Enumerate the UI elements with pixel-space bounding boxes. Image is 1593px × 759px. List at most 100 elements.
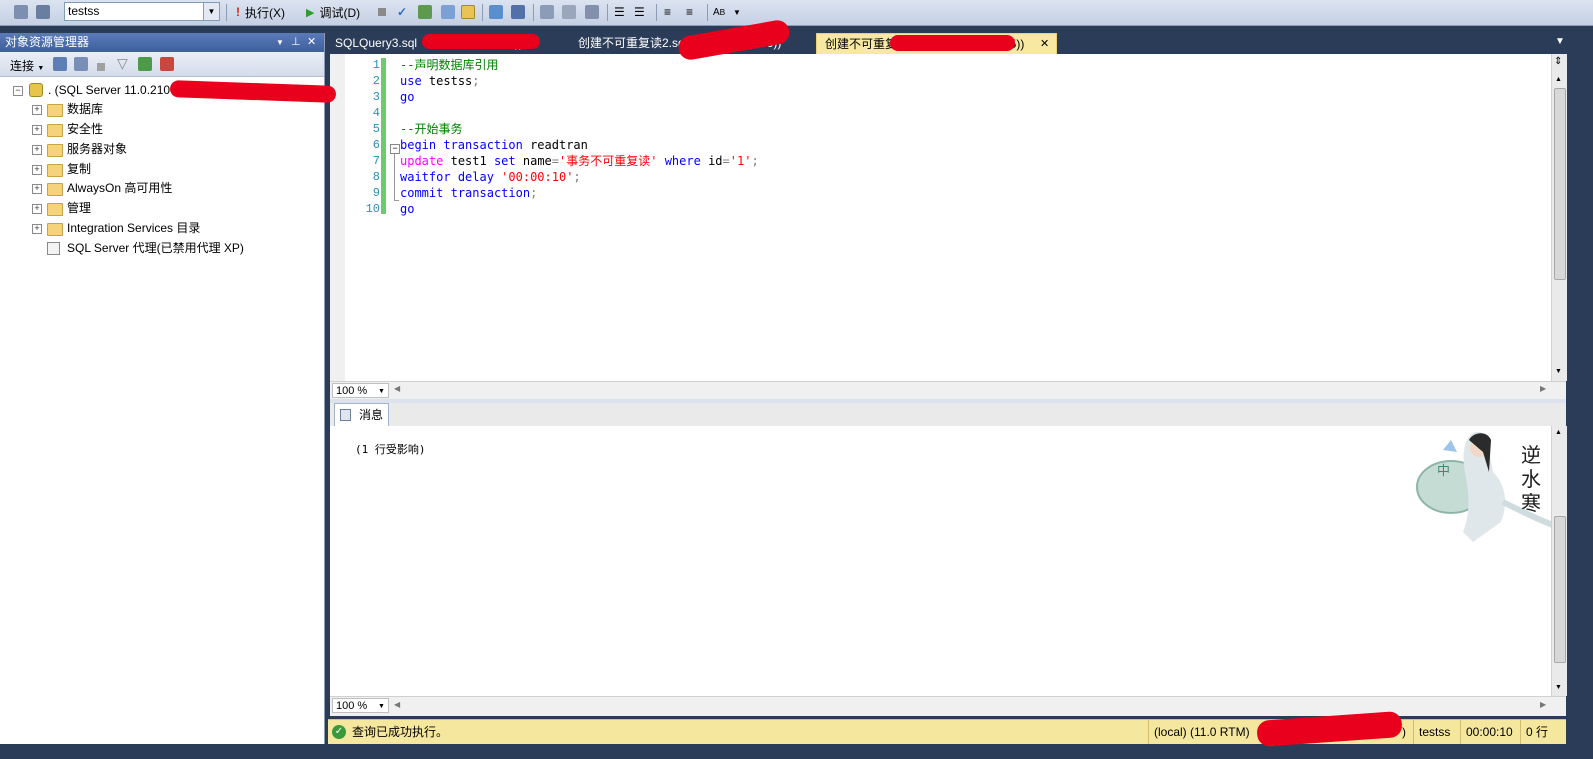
object-explorer-panel: 对象资源管理器 ▼ ⊥ ✕ 连接 ▼ ▽ − . (SQL Server 11.…: [0, 33, 325, 744]
scroll-right-icon[interactable]: ▶: [1540, 700, 1546, 709]
filter-icon[interactable]: ▽: [117, 55, 128, 72]
tab-close-icon[interactable]: ✕: [1040, 34, 1049, 55]
execute-label: 执行(X): [245, 5, 285, 20]
scroll-up-icon[interactable]: ▲: [1555, 76, 1562, 83]
results-to-file-icon[interactable]: [540, 3, 554, 21]
results-pane[interactable]: (1 行受影响) 中 逆 水 寒 ▲ ▼: [330, 426, 1567, 696]
scroll-thumb[interactable]: [1554, 88, 1566, 280]
folder-icon: [47, 223, 63, 236]
close-icon[interactable]: ✕: [307, 33, 316, 52]
window-bottom-frame: [0, 744, 1593, 759]
main-toolbar: testss ▼ ! 执行(X) ▶ 调试(D) ✓ ☰ ☰ ≡ ≡ AB ▼: [0, 0, 1593, 26]
scroll-left-icon[interactable]: ◀: [394, 700, 400, 709]
outline-collapse-icon[interactable]: −: [390, 144, 400, 154]
execute-button[interactable]: ! 执行(X): [236, 3, 285, 21]
scroll-up-icon[interactable]: ▲: [1555, 429, 1562, 436]
results-tabs: 消息: [330, 403, 1566, 427]
line-number: 2: [372, 74, 380, 88]
parse-check-icon[interactable]: ✓: [397, 3, 407, 21]
connect-button[interactable]: 连接 ▼: [10, 57, 44, 74]
line-number: 6: [372, 138, 380, 152]
stop-icon[interactable]: [97, 60, 105, 74]
outline-line-end: [394, 200, 399, 201]
chevron-down-icon[interactable]: ▼: [203, 3, 219, 20]
toolbar-separator: [656, 4, 657, 21]
tree-node-management[interactable]: + 管理: [0, 199, 320, 218]
editor-vertical-scrollbar[interactable]: ⇕ ▲ ▼: [1551, 54, 1567, 381]
toolbar-separator: [226, 4, 227, 21]
tree-node-security[interactable]: + 安全性: [0, 120, 320, 139]
results-zoom-select[interactable]: 100 % ▼: [332, 698, 389, 713]
results-to-text-icon[interactable]: [489, 3, 503, 21]
code-line: update test1 set name='事务不可重复读' where id…: [400, 154, 759, 168]
server-label: . (SQL Server 11.0.2100: [48, 83, 177, 97]
results-vertical-scrollbar[interactable]: ▲ ▼: [1551, 426, 1567, 696]
object-explorer-icon[interactable]: [14, 3, 28, 21]
debug-button[interactable]: ▶ 调试(D): [306, 3, 360, 21]
query-editor[interactable]: − 1 2 3 4 5 6 7 8 9 10 --声明数据库引用 use tes…: [330, 54, 1567, 381]
start-powershell-icon[interactable]: [160, 57, 174, 74]
object-explorer-titlebar: 对象资源管理器 ▼ ⊥ ✕: [0, 33, 324, 52]
expand-icon[interactable]: +: [32, 145, 42, 155]
scroll-thumb[interactable]: [1554, 516, 1566, 663]
toolbar-separator: [482, 4, 483, 21]
tree-node-alwayson[interactable]: + AlwaysOn 高可用性: [0, 179, 320, 198]
line-number: 10: [365, 202, 380, 216]
disconnect-icon[interactable]: [74, 57, 88, 74]
svg-text:寒: 寒: [1521, 491, 1541, 515]
increase-indent-icon[interactable]: ≡: [686, 3, 693, 21]
toolbar-separator: [607, 4, 608, 21]
results-to-grid-icon[interactable]: [511, 3, 525, 21]
pin-icon[interactable]: ⊥: [291, 33, 301, 52]
specify-values-icon[interactable]: AB: [713, 3, 725, 21]
tree-node-server-objects[interactable]: + 服务器对象: [0, 140, 320, 159]
include-stats-icon[interactable]: [562, 3, 576, 21]
scroll-left-icon[interactable]: ◀: [394, 384, 400, 393]
scroll-down-icon[interactable]: ▼: [1555, 368, 1562, 375]
comment-lines-icon[interactable]: ☰: [614, 3, 625, 21]
tab-messages[interactable]: 消息: [334, 403, 389, 426]
expand-icon[interactable]: +: [32, 105, 42, 115]
split-icon[interactable]: ⇕: [1554, 56, 1562, 67]
zoom-value: 100 %: [336, 700, 368, 712]
connect-object-icon[interactable]: [53, 57, 67, 74]
client-stats-icon[interactable]: [585, 3, 599, 21]
line-number: 3: [372, 90, 380, 104]
tree-node-label: 服务器对象: [67, 142, 128, 156]
collapse-icon[interactable]: −: [13, 86, 23, 96]
scroll-right-icon[interactable]: ▶: [1540, 384, 1546, 393]
query-designer-icon[interactable]: [441, 3, 455, 21]
server-icon: [29, 83, 43, 97]
tab-list-icon[interactable]: ▼: [1555, 36, 1565, 47]
code-line: --声明数据库引用: [400, 58, 499, 72]
tree-node-label: 管理: [67, 201, 92, 215]
expand-icon[interactable]: +: [32, 125, 42, 135]
code-line: --开始事务: [400, 122, 463, 136]
panel-menu-icon[interactable]: ▼: [276, 33, 284, 52]
expand-icon[interactable]: +: [32, 184, 42, 194]
uncomment-lines-icon[interactable]: ☰: [634, 3, 645, 21]
database-select[interactable]: testss ▼: [64, 2, 220, 21]
display-plan-icon[interactable]: [418, 3, 432, 21]
toolbar-overflow-icon[interactable]: ▼: [733, 3, 741, 21]
scroll-down-icon[interactable]: ▼: [1555, 684, 1562, 691]
tree-node-integration-services[interactable]: + Integration Services 目录: [0, 219, 320, 238]
refresh-icon[interactable]: [138, 57, 152, 74]
expand-icon[interactable]: +: [32, 224, 42, 234]
sql-query-icon[interactable]: [36, 3, 50, 21]
tree-node-sql-agent[interactable]: SQL Server 代理(已禁用代理 XP): [0, 239, 320, 258]
tree-node-databases[interactable]: + 数据库: [0, 100, 320, 119]
tree-node-replication[interactable]: + 复制: [0, 160, 320, 179]
expand-icon[interactable]: +: [32, 165, 42, 175]
svg-text:逆: 逆: [1521, 443, 1541, 467]
code-line: go: [400, 90, 415, 104]
stop-icon[interactable]: [378, 3, 386, 21]
include-plan-icon[interactable]: [461, 3, 475, 21]
editor-zoom-bar: 100 % ▼ ◀ ▶: [330, 381, 1566, 400]
decrease-indent-icon[interactable]: ≡: [664, 3, 671, 21]
line-number: 9: [372, 186, 380, 200]
status-elapsed: 00:00:10: [1460, 720, 1520, 744]
line-number: 4: [372, 106, 380, 120]
expand-icon[interactable]: +: [32, 204, 42, 214]
editor-zoom-select[interactable]: 100 % ▼: [332, 383, 389, 398]
